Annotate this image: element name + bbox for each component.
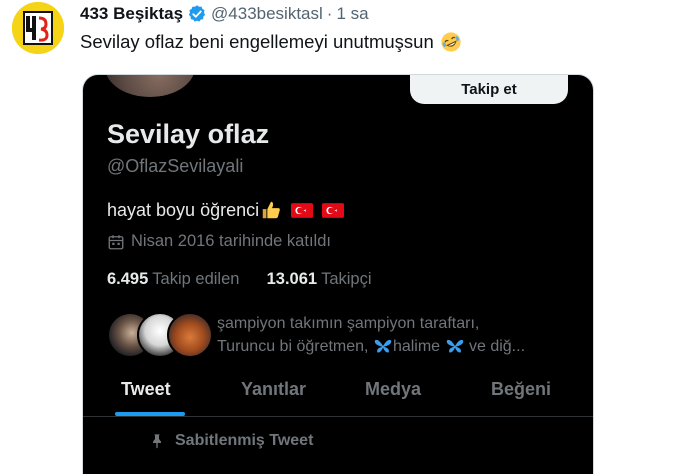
follow-stats: 6.495 Takip edilen 13.061 Takipçi	[107, 270, 372, 289]
active-tab-indicator	[115, 412, 185, 416]
profile-bio: hayat boyu öğrenci	[107, 199, 345, 221]
tab-replies[interactable]: Yanıtlar	[241, 379, 306, 400]
pinned-label: Sabitlenmiş Tweet	[175, 432, 314, 449]
author-avatar[interactable]	[12, 2, 64, 54]
followed-by-line-1: şampiyon takımın şampiyon taraftarı,	[217, 315, 480, 332]
tweet-timestamp[interactable]: 1 sa	[336, 4, 368, 24]
followers-label: Takipçi	[321, 270, 372, 288]
following-link[interactable]: 6.495 Takip edilen	[107, 270, 244, 288]
followers-count: 13.061	[266, 270, 318, 288]
separator-dot: ·	[326, 4, 333, 23]
tweet-text: Sevilay oflaz beni engellemeyi unutmuşsu…	[80, 31, 462, 53]
followed-by-line-2: Turuncu bi öğretmen, halime ve diğ...	[217, 335, 525, 358]
calendar-icon	[108, 234, 124, 249]
rolling-laughing-emoji-icon	[441, 32, 461, 52]
thumbs-up-icon	[262, 201, 280, 219]
turkish-flag-icon	[322, 202, 345, 218]
join-date-text: Nisan 2016 tarihinde katıldı	[131, 232, 331, 250]
tab-likes[interactable]: Beğeni	[491, 379, 551, 400]
profile-name: Sevilay oflaz	[107, 119, 270, 149]
join-date: Nisan 2016 tarihinde katıldı	[107, 232, 331, 251]
bio-text: hayat boyu öğrenci	[107, 199, 260, 220]
turkish-flag-icon	[291, 202, 314, 218]
followed-by-name: Turuncu bi öğretmen,	[217, 338, 369, 355]
pin-icon	[153, 434, 161, 449]
follower-avatar	[167, 312, 213, 358]
author-display-name[interactable]: 433 Beşiktaş	[80, 4, 183, 24]
follow-button[interactable]: Takip et	[410, 75, 568, 104]
tweet-body: Sevilay oflaz beni engellemeyi unutmuşsu…	[80, 31, 434, 52]
butterfly-icon	[374, 339, 392, 353]
pinned-tweet-header: Sabitlenmiş Tweet	[149, 432, 313, 450]
following-count: 6.495	[107, 270, 149, 288]
tab-media[interactable]: Medya	[365, 379, 421, 400]
author-handle[interactable]: @433besiktasl	[211, 4, 323, 24]
followed-by-text: şampiyon takımın şampiyon taraftarı, Tur…	[217, 312, 525, 358]
profile-avatar	[105, 75, 195, 97]
tweet-header: 433 Beşiktaş @433besiktasl · 1 sa	[80, 4, 369, 24]
profile-handle: @OflazSevilayali	[107, 156, 244, 176]
embedded-profile-screenshot[interactable]: Takip et Sevilay oflaz @OflazSevilayali …	[82, 74, 594, 474]
followed-by-row[interactable]: şampiyon takımın şampiyon taraftarı, Tur…	[107, 312, 587, 358]
butterfly-icon	[446, 339, 463, 353]
followers-link[interactable]: 13.061 Takipçi	[267, 270, 372, 288]
profile-tabs: Tweet Yanıtlar Medya Beğeni	[83, 365, 593, 417]
verified-badge-icon	[188, 5, 206, 22]
following-label: Takip edilen	[152, 270, 240, 288]
followed-by-name: halime	[392, 338, 441, 355]
tab-tweet[interactable]: Tweet	[121, 379, 171, 400]
followed-by-more: ve diğ...	[468, 338, 526, 355]
besiktas-logo-icon	[12, 2, 64, 54]
